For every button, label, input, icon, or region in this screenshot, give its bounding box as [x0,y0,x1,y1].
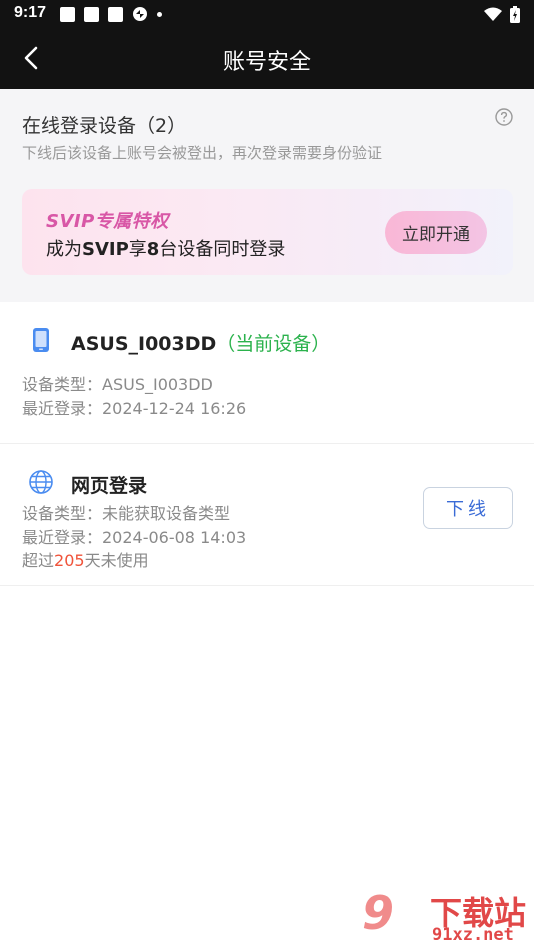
device-name: 网页登录 [71,475,148,497]
wifi-icon [484,7,502,21]
device-type: 设备类型：ASUS_I003DD [22,375,213,394]
device-last-login: 最近登录：2024-06-08 14:03 [22,528,247,547]
device-unused-duration: 超过205天未使用 [22,551,149,570]
system-status-icons [484,6,520,23]
unused-days: 205 [54,551,85,570]
device-last-login: 最近登录：2024-12-24 16:26 [22,399,247,418]
device-name: ASUS_I003DD（当前设备） [71,333,331,355]
top-app-bar: 9:17 账号安全 [0,0,534,89]
activate-svip-button[interactable]: 立即开通 [385,211,487,254]
watermark-logo: 9 下载站 91xz.net [362,886,532,948]
watermark-site: 91xz.net [432,925,514,945]
page-title: 账号安全 [222,50,311,75]
battery-icon [510,6,520,23]
online-devices-title: 在线登录设备（2） [22,115,187,137]
notification-icon [60,6,75,22]
globe-icon [29,470,53,494]
device-type: 设备类型：未能获取设备类型 [22,504,231,523]
watermark-mark: 9 [362,886,395,940]
online-devices-subtitle: 下线后该设备上账号会被登出，再次登录需要身份验证 [22,144,383,162]
current-device-tag: （当前设备） [216,333,331,355]
sync-icon [133,7,147,21]
notification-icon [108,6,123,22]
svip-privilege-tag: SVIP专属特权 [46,211,169,232]
more-notifications-icon [157,11,162,17]
status-time: 9:17 [14,4,47,21]
phone-icon [33,328,49,352]
notification-icon [84,6,99,22]
svip-promo-banner: SVIP专属特权 成为SVIP享8台设备同时登录 立即开通 [22,189,513,275]
online-devices-section: 在线登录设备（2） 下线后该设备上账号会被登出，再次登录需要身份验证 SVIP专… [0,89,534,302]
device-item-web: 网页登录 设备类型：未能获取设备类型 最近登录：2024-06-08 14:03… [0,444,534,586]
question-circle-icon[interactable] [495,108,513,126]
logout-device-button[interactable]: 下线 [423,487,513,529]
device-item-current: ASUS_I003DD（当前设备） 设备类型：ASUS_I003DD 最近登录：… [0,302,534,444]
status-bar: 9:17 [0,0,534,28]
svip-promo-text: 成为SVIP享8台设备同时登录 [46,239,286,260]
notification-icons [60,6,162,22]
